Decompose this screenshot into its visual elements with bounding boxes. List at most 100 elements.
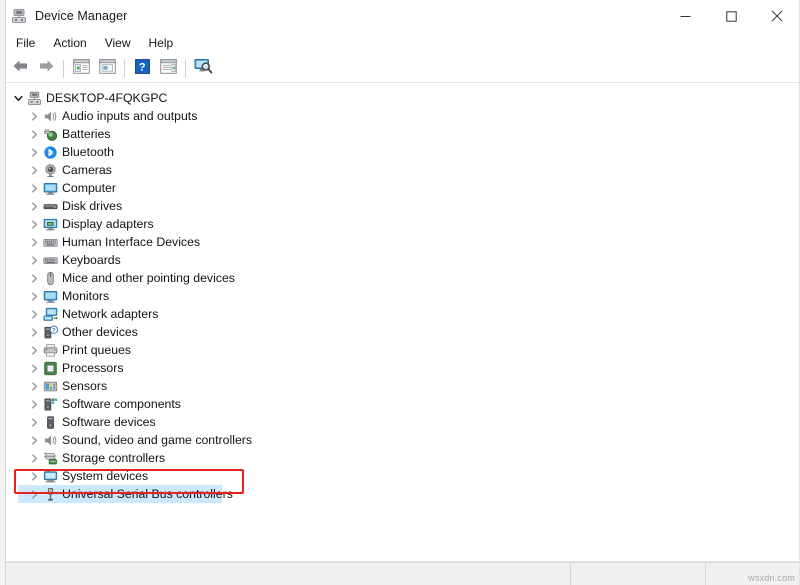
chevron-right-icon[interactable]	[26, 341, 42, 359]
chevron-right-icon[interactable]	[26, 251, 42, 269]
chevron-right-icon[interactable]	[26, 269, 42, 287]
tree-node-cameras[interactable]: Cameras	[0, 161, 800, 179]
chevron-right-icon[interactable]	[26, 395, 42, 413]
show-hide-console-tree-button[interactable]	[68, 57, 94, 81]
chevron-right-icon[interactable]	[26, 197, 42, 215]
chevron-right-icon[interactable]	[26, 161, 42, 179]
tree-node-label: Other devices	[62, 323, 138, 341]
chevron-right-icon[interactable]	[26, 233, 42, 251]
chevron-right-icon[interactable]	[26, 467, 42, 485]
tree-root-node[interactable]: DESKTOP-4FQKGPC	[0, 89, 800, 107]
update-driver-button[interactable]	[155, 57, 181, 81]
tree-node-label: Sensors	[62, 377, 107, 395]
chevron-down-icon[interactable]	[10, 89, 26, 107]
tree-node-label: Batteries	[62, 125, 111, 143]
tree-node-keyboards[interactable]: Keyboards	[0, 251, 800, 269]
system-device-icon	[42, 468, 58, 484]
menu-help[interactable]: Help	[140, 32, 183, 55]
tree-node-label: Processors	[62, 359, 124, 377]
tree-node-mice-and-other-pointing-devices[interactable]: Mice and other pointing devices	[0, 269, 800, 287]
chevron-right-icon[interactable]	[26, 449, 42, 467]
window-controls	[662, 0, 800, 32]
chevron-right-icon[interactable]	[26, 485, 42, 503]
tree-node-label: Software components	[62, 395, 181, 413]
properties-button[interactable]	[94, 57, 120, 81]
chevron-right-icon[interactable]	[26, 215, 42, 233]
tree-node-human-interface-devices[interactable]: Human Interface Devices	[0, 233, 800, 251]
tree-node-network-adapters[interactable]: Network adapters	[0, 305, 800, 323]
tree-node-batteries[interactable]: Batteries	[0, 125, 800, 143]
tree-node-software-devices[interactable]: Software devices	[0, 413, 800, 431]
chevron-right-icon[interactable]	[26, 287, 42, 305]
tree-node-label: Mice and other pointing devices	[62, 269, 235, 287]
tree-node-print-queues[interactable]: Print queues	[0, 341, 800, 359]
tree-root-label: DESKTOP-4FQKGPC	[46, 89, 167, 107]
back-button[interactable]	[7, 57, 33, 81]
show-hide-console-tree-icon	[73, 59, 90, 79]
tree-node-label: Print queues	[62, 341, 131, 359]
tree-node-universal-serial-bus-controllers[interactable]: Universal Serial Bus controllers	[0, 485, 800, 503]
chevron-right-icon[interactable]	[26, 143, 42, 161]
computer-device-icon	[11, 8, 27, 24]
tree-node-bluetooth[interactable]: Bluetooth	[0, 143, 800, 161]
scan-for-hardware-changes-button[interactable]	[190, 57, 216, 81]
chevron-right-icon[interactable]	[26, 431, 42, 449]
scan-for-hardware-changes-icon	[194, 58, 213, 79]
processor-chip-icon	[42, 360, 58, 376]
display-adapter-icon	[42, 216, 58, 232]
tree-node-label: Sound, video and game controllers	[62, 431, 252, 449]
status-pane-1	[0, 563, 570, 585]
minimize-button[interactable]	[662, 0, 708, 32]
watermark-text: wsxdn.com	[748, 573, 795, 583]
properties-icon	[99, 59, 116, 79]
tree-node-sound-video-and-game-controllers[interactable]: Sound, video and game controllers	[0, 431, 800, 449]
chevron-right-icon[interactable]	[26, 305, 42, 323]
tree-node-processors[interactable]: Processors	[0, 359, 800, 377]
svg-text:?: ?	[138, 61, 145, 73]
menu-view[interactable]: View	[96, 32, 140, 55]
tree-node-system-devices[interactable]: System devices	[0, 467, 800, 485]
toolbar-separator-3	[185, 60, 186, 78]
menu-bar: File Action View Help	[0, 32, 800, 55]
tree-node-storage-controllers[interactable]: Storage controllers	[0, 449, 800, 467]
tree-node-display-adapters[interactable]: Display adapters	[0, 215, 800, 233]
tree-node-label: Storage controllers	[62, 449, 165, 467]
toolbar-separator-2	[124, 60, 125, 78]
close-button[interactable]	[754, 0, 800, 32]
chevron-right-icon[interactable]	[26, 179, 42, 197]
tree-node-software-components[interactable]: Software components	[0, 395, 800, 413]
network-adapter-icon	[42, 306, 58, 322]
tree-node-audio-inputs-and-outputs[interactable]: Audio inputs and outputs	[0, 107, 800, 125]
status-pane-3: wsxdn.com	[705, 563, 800, 585]
chevron-right-icon[interactable]	[26, 125, 42, 143]
speaker-icon	[42, 432, 58, 448]
forward-button[interactable]	[33, 57, 59, 81]
tree-node-disk-drives[interactable]: Disk drives	[0, 197, 800, 215]
storage-controller-icon	[42, 450, 58, 466]
window-title: Device Manager	[35, 0, 127, 32]
tree-node-label: Computer	[62, 179, 116, 197]
toolbar: ?	[0, 55, 800, 83]
battery-icon	[42, 126, 58, 142]
tree-node-label: Universal Serial Bus controllers	[62, 485, 233, 503]
maximize-button[interactable]	[708, 0, 754, 32]
chevron-right-icon[interactable]	[26, 413, 42, 431]
tree-node-computer[interactable]: Computer	[0, 179, 800, 197]
tree-node-label: Cameras	[62, 161, 112, 179]
software-device-icon	[42, 414, 58, 430]
tree-node-other-devices[interactable]: ? Other devices	[0, 323, 800, 341]
help-button[interactable]: ?	[129, 57, 155, 81]
bluetooth-icon	[42, 144, 58, 160]
chevron-right-icon[interactable]	[26, 359, 42, 377]
menu-action[interactable]: Action	[44, 32, 95, 55]
tree-node-sensors[interactable]: Sensors	[0, 377, 800, 395]
tree-node-monitors[interactable]: Monitors	[0, 287, 800, 305]
chevron-right-icon[interactable]	[26, 377, 42, 395]
computer-device-icon	[26, 90, 42, 106]
usb-icon	[42, 486, 58, 502]
device-tree-panel[interactable]: DESKTOP-4FQKGPC Audio inputs and outputs	[0, 83, 800, 562]
menu-file[interactable]: File	[7, 32, 44, 55]
chevron-right-icon[interactable]	[26, 107, 42, 125]
chevron-right-icon[interactable]	[26, 323, 42, 341]
tree-node-label: Disk drives	[62, 197, 122, 215]
